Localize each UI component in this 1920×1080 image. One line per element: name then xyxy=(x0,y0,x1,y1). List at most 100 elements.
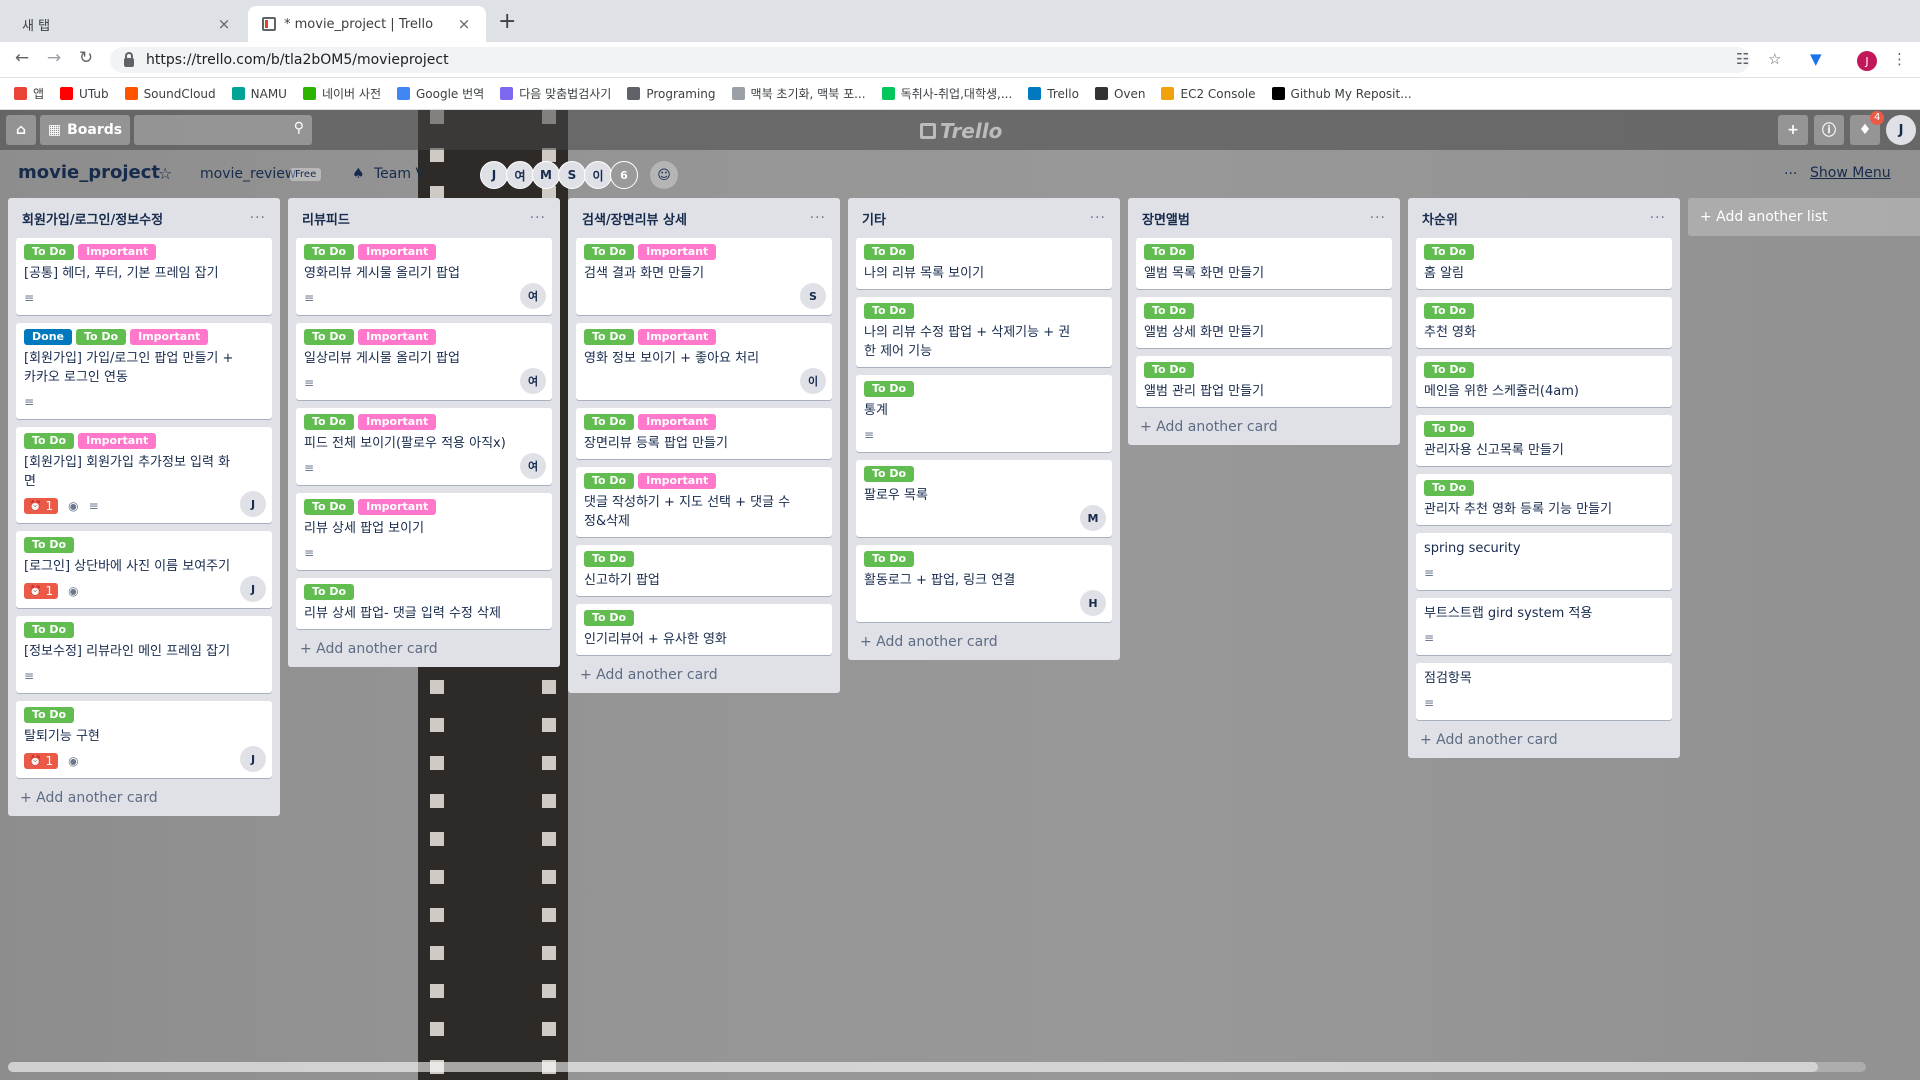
close-icon[interactable]: × xyxy=(216,15,232,33)
card-member-avatar[interactable]: S xyxy=(800,283,826,309)
card[interactable]: To Do Important 일상리뷰 게시물 올리기 팝업 ≡ 여 xyxy=(296,323,552,400)
reload-icon[interactable]: ↻ xyxy=(74,48,98,68)
close-icon[interactable]: × xyxy=(456,15,472,33)
card-member-avatar[interactable]: 이 xyxy=(800,368,826,394)
card[interactable]: To Do 관리자 추천 영화 등록 기능 만들기 xyxy=(1416,474,1672,525)
add-card-button[interactable]: + Add another card xyxy=(16,786,272,806)
card[interactable]: To Do [정보수정] 리뷰라인 메인 프레임 잡기 ≡ xyxy=(16,616,272,693)
create-button[interactable]: + xyxy=(1778,115,1808,145)
tab-trello[interactable]: * movie_project | Trello × xyxy=(248,6,486,42)
url-field[interactable]: https://trello.com/b/tla2bOM5/movieproje… xyxy=(110,47,1750,73)
list-menu-icon[interactable]: ··· xyxy=(1650,210,1666,226)
add-card-button[interactable]: + Add another card xyxy=(296,637,552,657)
card[interactable]: To Do Important 리뷰 상세 팝업 보이기 ≡ xyxy=(296,493,552,570)
horizontal-scrollbar[interactable] xyxy=(8,1062,1866,1072)
translate-icon[interactable]: ☷ xyxy=(1736,50,1749,68)
add-card-button[interactable]: + Add another card xyxy=(856,630,1112,650)
bookmark-item[interactable]: NAMU xyxy=(231,87,287,101)
list-title[interactable]: 장면앨범 xyxy=(1142,209,1190,228)
invite-member-icon[interactable]: ☺ xyxy=(650,161,678,189)
card[interactable]: 점검항목 ≡ xyxy=(1416,663,1672,720)
list-menu-icon[interactable]: ··· xyxy=(810,210,826,226)
info-button[interactable]: ⓘ xyxy=(1814,115,1844,145)
list-title[interactable]: 검색/장면리뷰 상세 xyxy=(582,209,687,228)
member-avatar[interactable]: J xyxy=(480,161,508,189)
browser-menu-icon[interactable]: ⋮ xyxy=(1892,50,1907,68)
card[interactable]: To Do 앨범 상세 화면 만들기 xyxy=(1136,297,1392,348)
card[interactable]: To Do Important 검색 결과 화면 만들기 S xyxy=(576,238,832,315)
bookmark-item[interactable]: 앱 xyxy=(14,85,44,102)
card-member-avatar[interactable]: 여 xyxy=(520,453,546,479)
back-icon[interactable]: ← xyxy=(10,48,34,68)
extension-icon[interactable]: ▼ xyxy=(1810,50,1822,68)
bookmark-item[interactable]: UTub xyxy=(60,87,109,101)
card[interactable]: To Do Important 영화 정보 보이기 + 좋아요 처리 이 xyxy=(576,323,832,400)
list-menu-icon[interactable]: ··· xyxy=(1370,210,1386,226)
bookmark-item[interactable]: Programing xyxy=(627,87,716,101)
card-member-avatar[interactable]: J xyxy=(240,746,266,772)
card[interactable]: To Do Important 영화리뷰 게시물 올리기 팝업 ≡ 여 xyxy=(296,238,552,315)
card[interactable]: To Do [로그인] 상단바에 사진 이름 보여주기 ⏰ 1 ◉ J xyxy=(16,531,272,608)
member-avatar[interactable]: 이 xyxy=(584,161,612,189)
list-title[interactable]: 차순위 xyxy=(1422,209,1458,228)
list-title[interactable]: 리뷰피드 xyxy=(302,209,350,228)
card[interactable]: To Do Important [회원가입] 회원가입 추가정보 입력 화면 ⏰ 1 ◉ ≡… xyxy=(16,427,272,523)
card[interactable]: To Do 인기리뷰어 + 유사한 영화 xyxy=(576,604,832,655)
card[interactable]: To Do 리뷰 상세 팝업- 댓글 입력 수정 삭제 xyxy=(296,578,552,629)
bookmark-star-icon[interactable]: ☆ xyxy=(1768,50,1781,68)
bookmark-item[interactable]: 맥북 초기화, 맥북 포... xyxy=(731,85,866,102)
bookmark-item[interactable]: Google 번역 xyxy=(396,85,484,102)
bookmark-item[interactable]: Github My Reposit... xyxy=(1271,87,1412,101)
new-tab-button[interactable]: + xyxy=(498,10,516,34)
bookmark-item[interactable]: 독취사-취업,대학생,... xyxy=(881,85,1012,102)
card[interactable]: To Do 홈 알림 xyxy=(1416,238,1672,289)
card[interactable]: To Do 관리자용 신고목록 만들기 xyxy=(1416,415,1672,466)
list-menu-icon[interactable]: ··· xyxy=(1090,210,1106,226)
bookmark-item[interactable]: 다음 맞춤법검사기 xyxy=(500,85,611,102)
card[interactable]: To Do Important 댓글 작성하기 + 지도 선택 + 댓글 수정&삭제 xyxy=(576,467,832,537)
star-icon[interactable]: ☆ xyxy=(158,164,172,183)
trello-logo[interactable]: Trello xyxy=(920,119,1002,143)
member-avatar[interactable]: 여 xyxy=(506,161,534,189)
card[interactable]: To Do Important 장면리뷰 등록 팝업 만들기 xyxy=(576,408,832,459)
list-menu-icon[interactable]: ··· xyxy=(250,210,266,226)
add-card-button[interactable]: + Add another card xyxy=(576,663,832,683)
card[interactable]: To Do 메인을 위한 스케쥴러(4am) xyxy=(1416,356,1672,407)
card[interactable]: 부트스트랩 gird system 적용 ≡ xyxy=(1416,598,1672,655)
list-menu-icon[interactable]: ··· xyxy=(530,210,546,226)
card[interactable]: To Do 추천 영화 xyxy=(1416,297,1672,348)
card[interactable]: spring security ≡ xyxy=(1416,533,1672,590)
team-name[interactable]: movie_review xyxy=(200,166,296,182)
card[interactable]: To Do 나의 리뷰 수정 팝업 + 삭제기능 + 권한 제어 기능 xyxy=(856,297,1112,367)
scrollbar-thumb[interactable] xyxy=(8,1062,1818,1072)
card-member-avatar[interactable]: J xyxy=(240,491,266,517)
card[interactable]: To Do 앨범 목록 화면 만들기 xyxy=(1136,238,1392,289)
card[interactable]: To Do 나의 리뷰 목록 보이기 xyxy=(856,238,1112,289)
add-list-button[interactable]: + Add another list xyxy=(1688,198,1920,236)
forward-icon[interactable]: → xyxy=(42,48,66,68)
card[interactable]: To Do 앨범 관리 팝업 만들기 xyxy=(1136,356,1392,407)
profile-avatar[interactable]: J xyxy=(1857,51,1877,71)
show-menu-button[interactable]: Show Menu xyxy=(1810,165,1891,181)
card[interactable]: Done To Do Important [회원가입] 가입/로그인 팝업 만들기 +… xyxy=(16,323,272,419)
board-title[interactable]: movie_project xyxy=(18,162,160,183)
card-member-avatar[interactable]: M xyxy=(1080,505,1106,531)
home-button[interactable]: ⌂ xyxy=(6,115,36,145)
add-card-button[interactable]: + Add another card xyxy=(1136,415,1392,435)
menu-dots-icon[interactable]: ··· xyxy=(1784,166,1797,182)
card[interactable]: To Do Important 피드 전체 보이기(팔로우 적용 아직x) ≡ 여 xyxy=(296,408,552,485)
bookmark-item[interactable]: SoundCloud xyxy=(124,87,216,101)
bookmark-item[interactable]: EC2 Console xyxy=(1161,87,1256,101)
card-member-avatar[interactable]: 여 xyxy=(520,368,546,394)
card[interactable]: To Do 탈퇴기능 구현 ⏰ 1 ◉ J xyxy=(16,701,272,778)
card[interactable]: To Do 팔로우 목록 M xyxy=(856,460,1112,537)
member-avatar[interactable]: S xyxy=(558,161,586,189)
card-member-avatar[interactable]: 여 xyxy=(520,283,546,309)
list-title[interactable]: 회원가입/로그인/정보수정 xyxy=(22,209,163,228)
bookmark-item[interactable]: Oven xyxy=(1094,87,1145,101)
card[interactable]: To Do 활동로그 + 팝업, 링크 연결 H xyxy=(856,545,1112,622)
card[interactable]: To Do 통계 ≡ xyxy=(856,375,1112,452)
add-card-button[interactable]: + Add another card xyxy=(1416,728,1672,748)
board-search-input[interactable]: ⚲ xyxy=(134,115,312,145)
bookmark-item[interactable]: 네이버 사전 xyxy=(302,85,381,102)
